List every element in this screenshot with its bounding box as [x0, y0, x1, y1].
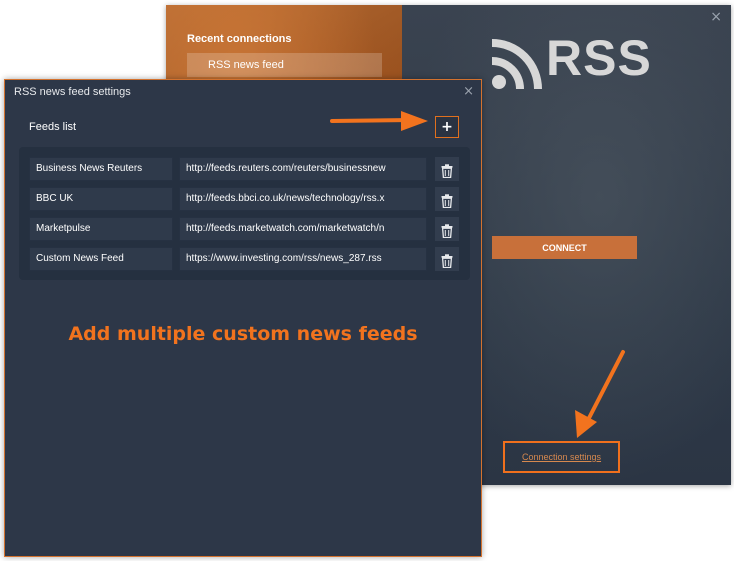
delete-feed-button[interactable]: [435, 157, 459, 181]
recent-connections-title: Recent connections: [187, 33, 292, 45]
recent-connection-item[interactable]: RSS news feed: [187, 53, 382, 77]
feed-name-field[interactable]: Custom News Feed: [29, 247, 173, 271]
trash-icon: [441, 254, 453, 268]
rss-logo-text: RSS: [546, 30, 652, 86]
feeds-list: Business News Reuters http://feeds.reute…: [19, 147, 470, 280]
feed-url-field[interactable]: http://feeds.marketwatch.com/marketwatch…: [179, 217, 427, 241]
feed-url-field[interactable]: https://www.investing.com/rss/news_287.r…: [179, 247, 427, 271]
close-icon[interactable]: ×: [463, 84, 474, 99]
feed-url-field[interactable]: http://feeds.reuters.com/reuters/busines…: [179, 157, 427, 181]
close-icon[interactable]: ×: [710, 9, 722, 25]
feed-name-field[interactable]: BBC UK: [29, 187, 173, 211]
delete-feed-button[interactable]: [435, 187, 459, 211]
delete-feed-button[interactable]: [435, 247, 459, 271]
rss-settings-dialog: RSS news feed settings × Feeds list + Bu…: [4, 79, 482, 557]
connection-settings-highlight: Connection settings: [503, 441, 620, 473]
feed-url-field[interactable]: http://feeds.bbci.co.uk/news/technology/…: [179, 187, 427, 211]
feed-name-field[interactable]: Marketpulse: [29, 217, 173, 241]
delete-feed-button[interactable]: [435, 217, 459, 241]
rss-logo: RSS: [490, 30, 651, 93]
trash-icon: [441, 194, 453, 208]
annotation-headline: Add multiple custom news feeds: [68, 323, 418, 345]
trash-icon: [441, 164, 453, 178]
connection-settings-link[interactable]: Connection settings: [505, 452, 618, 462]
feeds-list-label: Feeds list: [29, 121, 77, 133]
trash-icon: [441, 224, 453, 238]
dialog-title: RSS news feed settings: [14, 86, 131, 98]
add-feed-button[interactable]: +: [435, 116, 459, 138]
feed-name-field[interactable]: Business News Reuters: [29, 157, 173, 181]
connect-button[interactable]: CONNECT: [492, 236, 637, 259]
rss-icon: [491, 39, 542, 90]
